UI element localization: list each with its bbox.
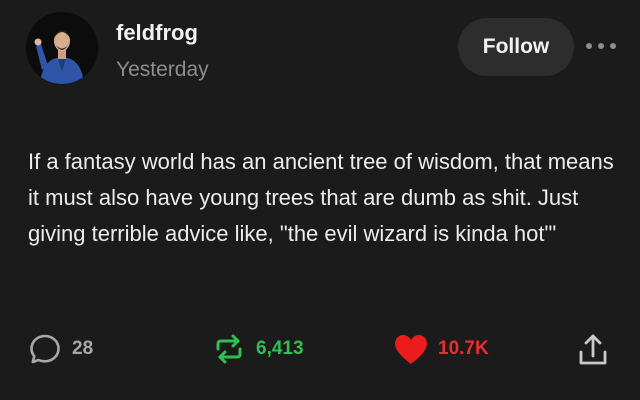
author-avatar[interactable] bbox=[26, 12, 98, 84]
follow-button[interactable]: Follow bbox=[458, 18, 574, 76]
heart-icon bbox=[395, 335, 427, 364]
more-options-button[interactable] bbox=[586, 36, 616, 56]
more-horizontal-icon-dot bbox=[610, 43, 616, 49]
reblog-button[interactable]: 6,413 bbox=[212, 332, 304, 366]
more-horizontal-icon-dot bbox=[598, 43, 604, 49]
post-timestamp: Yesterday bbox=[116, 58, 209, 81]
share-icon bbox=[579, 334, 607, 365]
user-avatar-icon bbox=[26, 12, 98, 84]
author-username[interactable]: feldfrog bbox=[116, 20, 198, 46]
post-body: If a fantasy world has an ancient tree o… bbox=[28, 149, 614, 246]
like-button[interactable]: 10.7K bbox=[392, 332, 489, 366]
more-horizontal-icon-dot bbox=[586, 43, 592, 49]
share-button[interactable] bbox=[576, 332, 610, 368]
reblog-icon bbox=[216, 334, 242, 364]
comment-icon bbox=[30, 334, 60, 364]
post-card: feldfrog Yesterday Follow If a fantasy w… bbox=[0, 0, 640, 400]
likes-count: 10.7K bbox=[438, 338, 489, 359]
comments-button[interactable]: 28 bbox=[28, 332, 93, 366]
comments-count: 28 bbox=[72, 338, 94, 359]
reblogs-count: 6,413 bbox=[256, 338, 304, 359]
